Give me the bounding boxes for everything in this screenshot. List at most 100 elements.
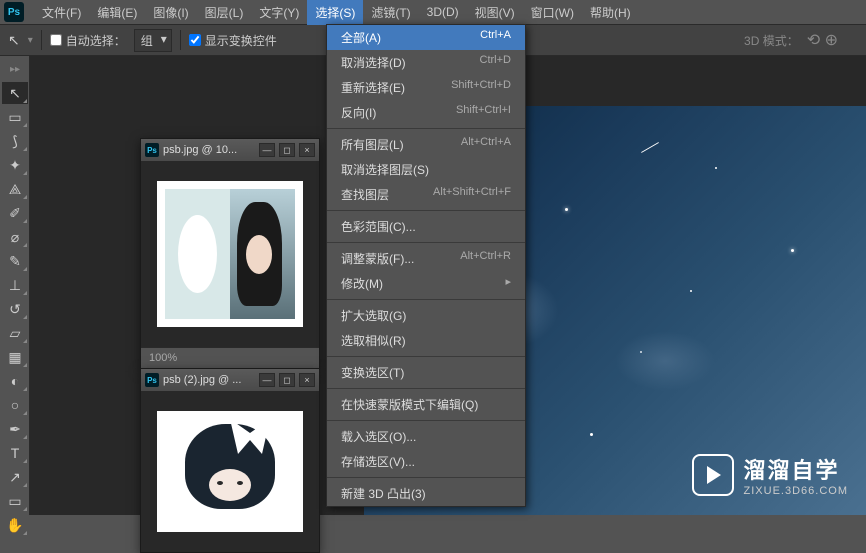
healing-tool[interactable]: ⌀ <box>2 226 28 248</box>
select-menu-dropdown: 全部(A) Ctrl+A 取消选择(D) Ctrl+D 重新选择(E) Shift+Ctr… <box>326 24 526 507</box>
menu-item[interactable]: 载入选区(O)... <box>327 424 525 449</box>
menu-separator <box>327 420 525 421</box>
menu-item[interactable]: 查找图层Alt+Shift+Ctrl+F <box>327 182 525 207</box>
menu-separator <box>327 242 525 243</box>
minimize-button[interactable]: — <box>259 373 275 387</box>
menu-separator <box>327 356 525 357</box>
menu-filter[interactable]: 滤镜(T) <box>363 0 418 25</box>
menu-item-label: 反向(I) <box>341 104 376 121</box>
maximize-button[interactable]: ◻ <box>279 143 295 157</box>
menu-item-label: 取消选择图层(S) <box>341 161 429 178</box>
menu-select[interactable]: 选择(S) <box>307 0 363 25</box>
doc1-canvas[interactable] <box>157 181 303 327</box>
menu-item-label: 在快速蒙版模式下编辑(Q) <box>341 396 478 413</box>
menu-item[interactable]: 变换选区(T) <box>327 360 525 385</box>
menu-item[interactable]: 重新选择(E) Shift+Ctrl+D <box>327 75 525 100</box>
minimize-button[interactable]: — <box>259 143 275 157</box>
menu-image[interactable]: 图像(I) <box>145 0 196 25</box>
show-transform-checkbox[interactable]: 显示变换控件 <box>189 32 277 49</box>
app-logo: Ps <box>4 2 24 22</box>
move-tool[interactable]: ↖ <box>2 82 28 104</box>
menu-3d[interactable]: 3D(D) <box>419 1 467 23</box>
ps-file-icon: Ps <box>145 373 159 387</box>
menu-type[interactable]: 文字(Y) <box>251 0 307 25</box>
menu-separator <box>327 477 525 478</box>
menu-separator <box>327 388 525 389</box>
history-brush-tool[interactable]: ↺ <box>2 298 28 320</box>
dodge-tool[interactable]: ○ <box>2 394 28 416</box>
menu-edit[interactable]: 编辑(E) <box>89 0 145 25</box>
menu-item-label: 查找图层 <box>341 186 389 203</box>
menu-item-label: 扩大选取(G) <box>341 307 406 324</box>
menu-item[interactable]: 取消选择(D) Ctrl+D <box>327 50 525 75</box>
menu-item-label: 全部(A) <box>341 29 381 46</box>
doc2-title: psb (2).jpg @ ... <box>163 374 255 386</box>
menu-item-label: 色彩范围(C)... <box>341 218 416 235</box>
stamp-tool[interactable]: ⊥ <box>2 274 28 296</box>
mode3d-label: 3D 模式： <box>744 32 799 49</box>
menu-item-shortcut: Shift+Ctrl+D <box>451 79 511 96</box>
menu-item-label: 变换选区(T) <box>341 364 404 381</box>
menu-item[interactable]: 色彩范围(C)... <box>327 214 525 239</box>
magic-wand-tool[interactable]: ✦ <box>2 154 28 176</box>
brush-tool[interactable]: ✎ <box>2 250 28 272</box>
toolbar-toggle[interactable]: ▸▸ <box>2 58 28 80</box>
menu-separator <box>327 210 525 211</box>
auto-select-dropdown[interactable]: 组 <box>134 29 172 52</box>
marquee-tool[interactable]: ▭ <box>2 106 28 128</box>
menu-file[interactable]: 文件(F) <box>34 0 89 25</box>
watermark: 溜溜自学 ZIXUE.3D66.COM <box>692 453 848 497</box>
lasso-tool[interactable]: ⟆ <box>2 130 28 152</box>
menu-item-label: 修改(M) <box>341 275 383 292</box>
blur-tool[interactable]: ◐ <box>2 370 28 392</box>
auto-select-checkbox[interactable]: 自动选择： <box>50 32 126 49</box>
menu-item-label: 选取相似(R) <box>341 332 406 349</box>
hand-tool[interactable]: ✋ <box>2 514 28 536</box>
menu-item-label: 取消选择(D) <box>341 54 406 71</box>
path-tool[interactable]: ↗ <box>2 466 28 488</box>
tools-panel: ▸▸ ↖▭⟆✦⟁✐⌀✎⊥↺▱▦◐○✒T↗▭✋ <box>0 56 30 515</box>
doc2-canvas[interactable] <box>157 411 303 532</box>
eraser-tool[interactable]: ▱ <box>2 322 28 344</box>
menu-layer[interactable]: 图层(L) <box>197 0 252 25</box>
menu-item-shortcut: Alt+Ctrl+A <box>461 136 511 153</box>
gradient-tool[interactable]: ▦ <box>2 346 28 368</box>
pen-tool[interactable]: ✒ <box>2 418 28 440</box>
menu-item-shortcut: Ctrl+D <box>480 54 511 71</box>
menu-item-shortcut: Ctrl+A <box>480 29 511 46</box>
menu-item-label: 载入选区(O)... <box>341 428 416 445</box>
menu-help[interactable]: 帮助(H) <box>582 0 639 25</box>
menu-item[interactable]: 存储选区(V)... <box>327 449 525 474</box>
menu-item[interactable]: 在快速蒙版模式下编辑(Q) <box>327 392 525 417</box>
menu-item-label: 新建 3D 凸出(3) <box>341 485 426 502</box>
menu-item-shortcut: ▸ <box>505 275 511 292</box>
menu-separator <box>327 299 525 300</box>
move-tool-icon: ↖ <box>8 32 20 49</box>
menu-item[interactable]: 选取相似(R) <box>327 328 525 353</box>
menu-item-label: 存储选区(V)... <box>341 453 415 470</box>
menu-item[interactable]: 取消选择图层(S) <box>327 157 525 182</box>
menu-item[interactable]: 全部(A) Ctrl+A <box>327 25 525 50</box>
menubar: Ps 文件(F)编辑(E)图像(I)图层(L)文字(Y)选择(S)滤镜(T)3D… <box>0 0 866 24</box>
menu-item-label: 重新选择(E) <box>341 79 405 96</box>
document-window-1[interactable]: Ps psb.jpg @ 10... — ◻ × 100% <box>140 138 320 369</box>
shape-tool[interactable]: ▭ <box>2 490 28 512</box>
menu-item-label: 调整蒙版(F)... <box>341 250 414 267</box>
doc1-zoom[interactable]: 100% <box>141 347 319 368</box>
eyedropper-tool[interactable]: ✐ <box>2 202 28 224</box>
menu-item[interactable]: 反向(I)Shift+Ctrl+I <box>327 100 525 125</box>
menu-window[interactable]: 窗口(W) <box>523 0 582 25</box>
menu-item[interactable]: 修改(M) ▸ <box>327 271 525 296</box>
menu-item[interactable]: 新建 3D 凸出(3) <box>327 481 525 506</box>
maximize-button[interactable]: ◻ <box>279 373 295 387</box>
menu-item[interactable]: 扩大选取(G) <box>327 303 525 328</box>
crop-tool[interactable]: ⟁ <box>2 178 28 200</box>
menu-separator <box>327 128 525 129</box>
text-tool[interactable]: T <box>2 442 28 464</box>
close-button[interactable]: × <box>299 373 315 387</box>
close-button[interactable]: × <box>299 143 315 157</box>
document-window-2[interactable]: Ps psb (2).jpg @ ... — ◻ × <box>140 368 320 553</box>
menu-item[interactable]: 调整蒙版(F)...Alt+Ctrl+R <box>327 246 525 271</box>
menu-view[interactable]: 视图(V) <box>467 0 523 25</box>
menu-item[interactable]: 所有图层(L)Alt+Ctrl+A <box>327 132 525 157</box>
